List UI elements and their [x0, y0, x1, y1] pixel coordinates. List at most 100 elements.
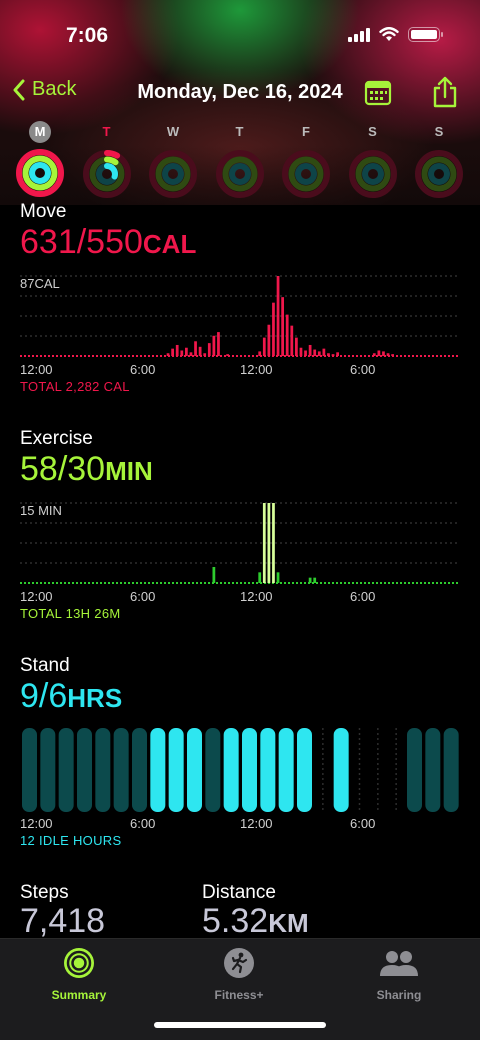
chart-bar — [180, 350, 184, 356]
activity-rings-icon — [64, 948, 94, 978]
baseline-dot — [220, 582, 222, 584]
baseline-dot — [232, 355, 234, 357]
baseline-dot — [304, 582, 306, 584]
chart-bar — [322, 348, 326, 356]
baseline-dot — [424, 355, 426, 357]
share-button[interactable] — [432, 76, 458, 113]
baseline-dot — [160, 355, 162, 357]
chart-bar — [377, 350, 381, 356]
baseline-dot — [176, 582, 178, 584]
move-max-label: 87CAL — [20, 276, 60, 291]
stand-idle-hours: 12 IDLE HOURS — [20, 833, 122, 848]
page-title: Monday, Dec 16, 2024 — [137, 81, 343, 103]
baseline-dot — [64, 582, 66, 584]
stand-bar — [242, 728, 257, 812]
distance-label: Distance — [202, 882, 276, 903]
baseline-dot — [456, 355, 458, 357]
exercise-chart: 15 MIN — [20, 499, 462, 599]
baseline-dot — [432, 582, 434, 584]
baseline-dot — [448, 582, 450, 584]
baseline-dot — [104, 355, 106, 357]
baseline-dot — [296, 582, 298, 584]
baseline-dot — [216, 582, 218, 584]
baseline-dot — [440, 582, 442, 584]
stand-bar — [150, 728, 166, 812]
chart-bar — [272, 302, 275, 356]
baseline-dot — [144, 582, 146, 584]
baseline-dot — [124, 355, 126, 357]
baseline-dot — [356, 582, 358, 584]
chart-bar — [166, 353, 170, 356]
day-label: S — [434, 124, 444, 139]
day-5[interactable]: S — [343, 120, 403, 205]
baseline-dot — [384, 582, 386, 584]
baseline-dot — [80, 582, 82, 584]
baseline-dot — [120, 355, 122, 357]
activity-rings-icon — [282, 150, 330, 198]
day-1[interactable]: T — [77, 120, 137, 205]
baseline-dot — [452, 582, 454, 584]
baseline-dot — [180, 582, 182, 584]
chart-bar — [295, 337, 298, 356]
baseline-dot — [436, 355, 438, 357]
baseline-dot — [88, 582, 90, 584]
idle-bar — [132, 728, 147, 812]
baseline-dot — [36, 355, 38, 357]
baseline-dot — [252, 355, 254, 357]
baseline-dot — [120, 582, 122, 584]
baseline-dot — [412, 355, 414, 357]
exercise-label: Exercise — [20, 428, 93, 449]
baseline-dot — [84, 355, 86, 357]
baseline-dot — [380, 582, 382, 584]
tab-fitness-plus[interactable]: Fitness+ — [174, 947, 304, 1002]
stand-chart-svg — [22, 728, 459, 812]
chart-bar — [262, 503, 266, 583]
steps-label: Steps — [20, 882, 69, 903]
calendar-button[interactable] — [364, 80, 392, 111]
chart-bar — [372, 353, 376, 356]
baseline-dot — [20, 355, 22, 357]
day-label: S — [368, 124, 377, 139]
chart-bar — [336, 352, 339, 356]
move-value-number: 631/550 — [20, 223, 143, 261]
day-2[interactable]: W — [143, 120, 203, 205]
baseline-dot — [404, 582, 406, 584]
baseline-dot — [112, 582, 114, 584]
baseline-dot — [152, 355, 154, 357]
baseline-dot — [168, 582, 170, 584]
baseline-dot — [132, 582, 134, 584]
day-3[interactable]: T — [210, 120, 270, 205]
baseline-dot — [284, 582, 286, 584]
distance-value-number: 5.32 — [202, 902, 269, 940]
baseline-dot — [124, 582, 126, 584]
baseline-dot — [68, 355, 70, 357]
chart-bar — [313, 349, 317, 356]
tab-sharing-label: Sharing — [376, 988, 422, 1002]
tab-sharing[interactable]: Sharing — [334, 947, 464, 1002]
baseline-dot — [28, 582, 30, 584]
move-total: TOTAL 2,282 CAL — [20, 379, 130, 394]
baseline-dot — [100, 355, 102, 357]
baseline-dot — [372, 582, 374, 584]
day-label: M — [29, 121, 51, 143]
baseline-dot — [24, 582, 26, 584]
baseline-dot — [360, 355, 362, 357]
day-4[interactable]: F — [276, 120, 336, 205]
baseline-dot — [368, 355, 370, 357]
baseline-dot — [300, 582, 302, 584]
baseline-dot — [228, 582, 230, 584]
baseline-dot — [128, 355, 130, 357]
baseline-dot — [444, 582, 446, 584]
baseline-dot — [368, 582, 370, 584]
baseline-dot — [32, 582, 34, 584]
move-label: Move — [20, 201, 67, 222]
baseline-dot — [364, 582, 366, 584]
status-bar: 7:06 — [0, 0, 480, 70]
baseline-dot — [112, 355, 114, 357]
tab-summary[interactable]: Summary — [14, 947, 144, 1002]
day-0[interactable]: M — [10, 120, 70, 204]
day-6[interactable]: S — [409, 120, 469, 205]
idle-bar — [58, 728, 74, 812]
chart-bar — [327, 353, 330, 356]
chart-bar — [267, 324, 271, 356]
